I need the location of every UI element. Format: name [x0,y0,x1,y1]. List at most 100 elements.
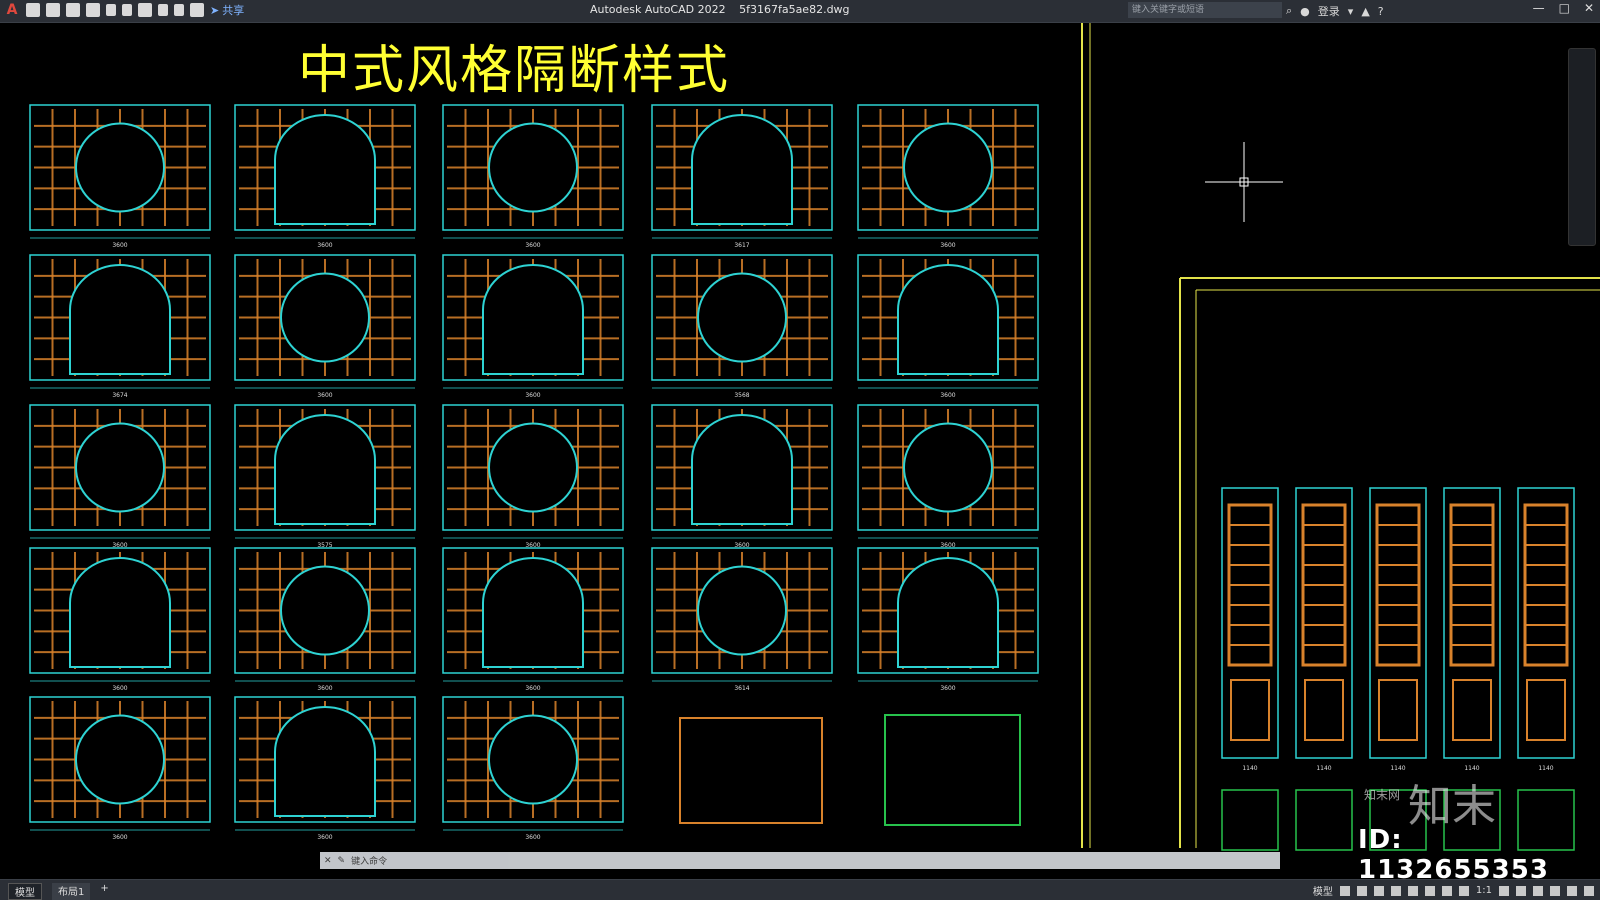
publish-icon[interactable] [106,4,116,16]
moon-gate-opening [75,422,165,513]
arch-opening [897,264,999,375]
save-icon[interactable] [66,3,80,17]
door-panel-frame-lower [1221,789,1279,851]
door-lower-panel [1230,679,1270,741]
workspace-icon[interactable] [190,3,204,17]
model-space-button[interactable]: 模型 [1313,883,1333,898]
close-icon[interactable]: ✕ [1584,1,1594,15]
panel-width-label: 1140 [1390,765,1405,772]
watermark-id: ID: 1132655353 [1358,825,1549,885]
drawing-title: 中式风格隔断样式 [298,41,731,101]
tab-model[interactable]: 模型 [8,883,42,900]
command-customize-icon[interactable]: ✎ [338,856,346,866]
isolate-icon[interactable] [1533,885,1543,896]
dimension-label: 3600 [112,834,127,841]
dimension-label: 3674 [112,392,127,399]
settings-icon[interactable] [1499,885,1509,896]
osnap-icon[interactable] [1407,885,1418,896]
add-layout-button[interactable]: + [100,883,108,900]
watermark-site: 知末网 [1364,788,1401,802]
search-icon[interactable]: ⌕ [1286,4,1292,18]
undo-icon[interactable] [158,4,168,16]
otrack-icon[interactable] [1424,885,1435,896]
door-panel-frame-lower [1295,789,1353,851]
clean-screen-icon[interactable] [1567,885,1577,896]
dimension-label: 3600 [317,834,332,841]
cad-drawing: 3600 3600 3600 3617 3600 3674 3600 3600 3568 3600… [29,23,1600,851]
maximize-icon[interactable]: □ [1559,1,1570,15]
share-button[interactable]: ➤ 共享 [210,2,244,18]
arch-opening [69,557,171,668]
dimension-label: 3568 [734,392,749,399]
cart-icon[interactable]: ▾ [1348,5,1354,18]
customize-icon[interactable] [1584,885,1594,896]
command-line[interactable]: ✕ ✎ 键入命令 [320,852,1280,869]
dimension-label: 3600 [112,242,127,249]
panel-width-label: 1140 [1242,765,1257,772]
window-title: Autodesk AutoCAD 2022 5f3167fa5ae82.dwg [590,3,850,16]
grid-icon[interactable] [1339,885,1350,896]
status-bar: 模型 布局1 + 模型 1:1 [0,879,1600,900]
print-icon[interactable] [138,3,152,17]
scale-dropdown[interactable]: 1:1 [1476,885,1492,896]
orange-panel [679,717,823,824]
dimension-label: 3600 [317,392,332,399]
autocad-logo-icon[interactable]: A [4,2,20,18]
navigation-bar[interactable] [1568,48,1596,246]
dimension-label: 3600 [940,392,955,399]
moon-gate-opening [488,122,578,213]
app-title: Autodesk AutoCAD 2022 [590,3,726,16]
help-icon[interactable]: ? [1378,5,1384,18]
file-name: 5f3167fa5ae82.dwg [739,3,850,16]
moon-gate-opening [488,714,578,805]
tab-layout1[interactable]: 布局1 [52,883,91,900]
snap-icon[interactable] [1356,885,1367,896]
arch-opening [691,414,793,525]
dimension-label: 3617 [734,242,749,249]
search-input[interactable]: 键入关键字或短语 [1128,2,1282,18]
moon-gate-opening [280,272,370,363]
green-panel [884,714,1021,826]
command-close-icon[interactable]: ✕ [324,856,332,866]
quick-access-toolbar: A ➤ 共享 [4,2,245,18]
annotation-icon[interactable] [1458,885,1469,896]
open-file-icon[interactable] [46,3,60,17]
arch-opening [897,557,999,668]
moon-gate-opening [903,122,993,213]
user-icon[interactable]: ● [1300,5,1310,18]
moon-gate-opening [488,422,578,513]
share-icon: ➤ [210,3,220,17]
autodesk-app-icon[interactable]: ▲ [1361,5,1369,18]
arch-opening [482,264,584,375]
dimension-label: 3600 [317,685,332,692]
login-button[interactable]: 登录 [1318,3,1340,19]
dimension-label: 3600 [525,392,540,399]
moon-gate-opening [75,714,165,805]
arch-opening [274,414,376,525]
drawing-canvas[interactable]: 3600 3600 3600 3617 3600 3674 3600 3600 3568 3600… [0,23,1600,875]
title-right-tools: ⌕ ● 登录 ▾ ▲ ? [1286,3,1384,19]
minimize-icon[interactable]: — [1533,1,1545,15]
moon-gate-opening [75,122,165,213]
new-file-icon[interactable] [26,3,40,17]
hardware-icon[interactable] [1550,885,1560,896]
arch-opening [691,114,793,225]
title-bar: A ➤ 共享 Autodesk AutoCAD 2022 5f3167fa5ae… [0,0,1600,23]
plus-icon[interactable] [1516,885,1526,896]
dimension-label: 3600 [112,685,127,692]
polar-icon[interactable] [1390,885,1401,896]
lineweight-icon[interactable] [1441,885,1452,896]
command-input[interactable]: 键入命令 [351,854,387,867]
plot-icon[interactable] [122,4,132,16]
arch-opening [69,264,171,375]
panel-width-label: 1140 [1538,765,1553,772]
share-label: 共享 [222,4,245,17]
dimension-label: 3600 [940,242,955,249]
moon-gate-opening [280,565,370,656]
ortho-icon[interactable] [1373,885,1384,896]
moon-gate-opening [697,272,787,363]
redo-icon[interactable] [174,4,184,16]
dimension-label: 3600 [525,834,540,841]
window-controls: — □ ✕ [1533,1,1594,15]
save-as-icon[interactable] [86,3,100,17]
